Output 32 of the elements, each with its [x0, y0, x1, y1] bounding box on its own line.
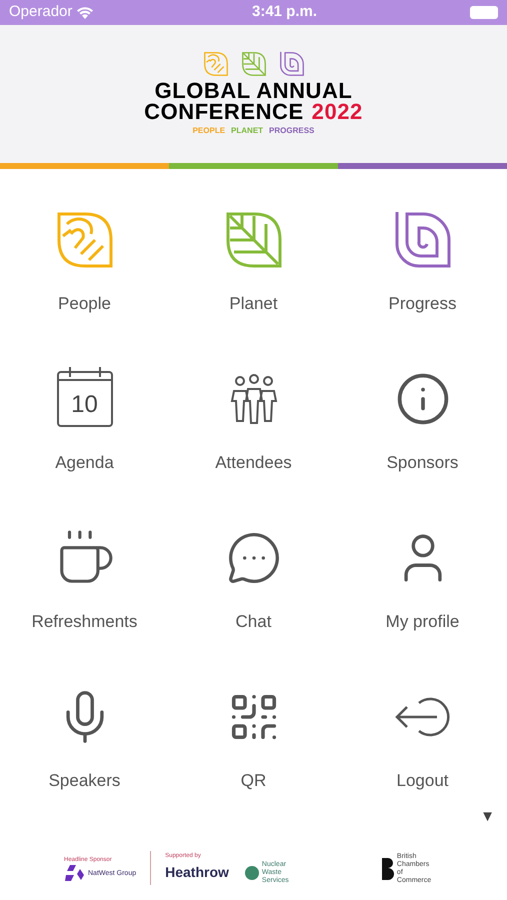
menu-tile[interactable]: Progress — [338, 175, 507, 334]
menu-tile[interactable]: Planet — [169, 175, 338, 334]
menu-tile[interactable]: Sponsors — [338, 334, 507, 493]
tagline-word: PEOPLE — [192, 125, 226, 137]
conference-title: CONFERENCE — [144, 101, 304, 123]
battery-icon — [470, 6, 498, 19]
carrier-name: Operador — [9, 2, 72, 22]
calendar-date: 10 — [71, 393, 98, 417]
menu-tile[interactable]: Speakers — [0, 652, 169, 811]
spiral-leaf-icon — [278, 51, 304, 77]
leaf-icon — [54, 210, 114, 270]
menu-tile[interactable]: QR — [169, 652, 338, 811]
menu-tile[interactable]: 10 Agenda — [0, 334, 169, 493]
conference-year: 2022 — [312, 101, 363, 123]
menu-tile[interactable]: Refreshments — [0, 493, 169, 652]
spiral-leaf-icon — [392, 210, 452, 270]
people-group-icon — [230, 373, 278, 425]
conference-title: GLOBAL ANNUAL — [154, 81, 352, 101]
leaf-icon — [202, 51, 228, 77]
leaf-icon — [240, 51, 266, 77]
status-time: 3:41 p.m. — [250, 2, 318, 22]
leaf-icon — [224, 210, 284, 270]
menu-tile[interactable]: Attendees — [169, 334, 338, 493]
tagline-word: PLANET — [231, 125, 264, 137]
menu-tile[interactable]: People — [0, 175, 169, 334]
wifi-icon — [76, 6, 94, 19]
tagline-word: PROGRESS — [269, 125, 314, 137]
chamber-logo-icon — [380, 856, 394, 882]
menu-tile[interactable]: Chat — [169, 493, 338, 652]
menu-tile[interactable]: My profile — [338, 493, 507, 652]
sponsor-logo-icon — [244, 866, 259, 880]
sponsor-name: Heathrow — [165, 863, 229, 882]
